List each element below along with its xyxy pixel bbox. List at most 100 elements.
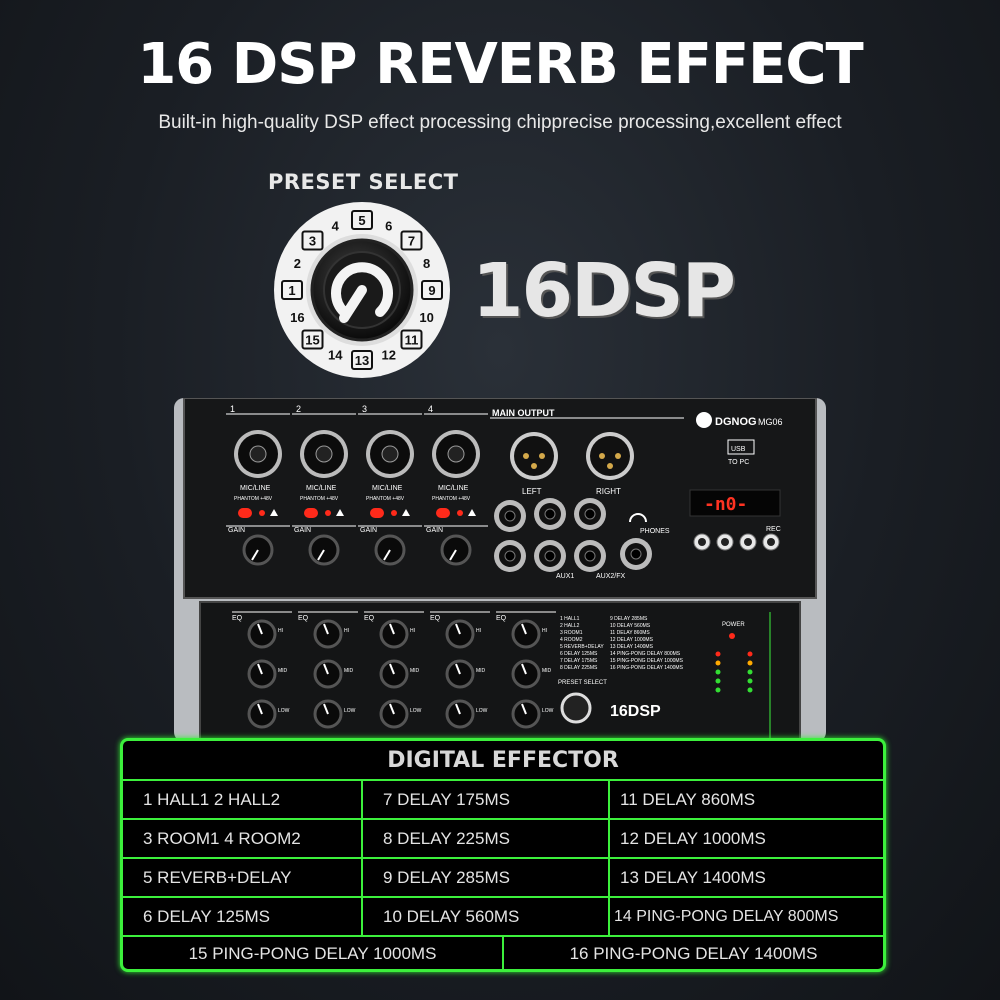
gain-knob[interactable] — [308, 534, 340, 566]
svg-text:3: 3 — [362, 404, 367, 414]
eq-knob[interactable] — [313, 619, 343, 649]
xlr-combo-input[interactable] — [234, 430, 282, 478]
svg-text:2: 2 — [296, 404, 301, 414]
effect-list-item: 16 PING-PONG DELAY 1400MS — [610, 665, 684, 671]
dial-number: 10 — [419, 310, 433, 325]
svg-text:1: 1 — [288, 283, 295, 298]
eq-knob[interactable] — [313, 659, 343, 689]
effect-list-item: 1 HALL1 — [560, 616, 580, 622]
eq-knob[interactable] — [379, 699, 409, 729]
brand-logo-icon — [696, 412, 712, 428]
transport-button[interactable] — [762, 533, 780, 551]
svg-text:HI: HI — [344, 628, 349, 634]
transport-button[interactable] — [716, 533, 734, 551]
xlr-combo-input[interactable] — [300, 430, 348, 478]
effect-list-item: 13 DELAY 1400MS — [610, 644, 654, 650]
svg-text:HI: HI — [278, 628, 283, 634]
eq-knob[interactable] — [313, 699, 343, 729]
phantom-switch[interactable] — [370, 508, 384, 518]
svg-text:MID: MID — [542, 668, 552, 674]
svg-text:PHANTOM +48V: PHANTOM +48V — [234, 496, 273, 502]
quarter-inch-jack[interactable] — [494, 500, 526, 532]
phantom-led — [259, 510, 265, 516]
effect-list-item: 7 DELAY 175MS — [560, 658, 598, 664]
quarter-inch-jack[interactable] — [574, 540, 606, 572]
quarter-inch-jack[interactable] — [494, 540, 526, 572]
meter-led — [715, 687, 721, 693]
eq-knob[interactable] — [247, 659, 277, 689]
effect-list-item: 8 DELAY 225MS — [560, 665, 598, 671]
table-row: 6 DELAY 125MS 10 DELAY 560MS 14 PING-PON… — [123, 896, 883, 937]
effect-list-item: 9 DELAY 285MS — [610, 616, 648, 622]
model-name: MG06 — [758, 417, 783, 427]
effect-list-item: 12 DELAY 1000MS — [610, 637, 654, 643]
meter-led — [747, 651, 753, 657]
phantom-switch[interactable] — [436, 508, 450, 518]
svg-text:PHANTOM +48V: PHANTOM +48V — [366, 496, 405, 502]
dial-number: 15 — [301, 329, 324, 350]
dial-number: 6 — [385, 218, 392, 233]
table-cell: 11 DELAY 860MS — [608, 781, 883, 820]
left-output-jack[interactable] — [510, 432, 558, 480]
quarter-inch-jack[interactable] — [534, 498, 566, 530]
phantom-switch[interactable] — [238, 508, 252, 518]
table-cell: 10 DELAY 560MS — [361, 896, 610, 937]
quarter-inch-jack[interactable] — [534, 540, 566, 572]
svg-text:6: 6 — [385, 218, 392, 233]
aux1-label: AUX1 — [556, 573, 574, 580]
svg-text:LOW: LOW — [278, 708, 290, 714]
eq-knob[interactable] — [247, 699, 277, 729]
usb-label: USB — [731, 446, 746, 453]
meter-led — [747, 687, 753, 693]
svg-text:PHANTOM +48V: PHANTOM +48V — [300, 496, 339, 502]
table-cell: 7 DELAY 175MS — [361, 781, 610, 820]
eq-knob[interactable] — [379, 659, 409, 689]
phantom-switch[interactable] — [304, 508, 318, 518]
xlr-combo-input[interactable] — [432, 430, 480, 478]
gain-knob[interactable] — [374, 534, 406, 566]
transport-button[interactable] — [693, 533, 711, 551]
dsp-small-label: 16DSP — [610, 703, 661, 720]
to-pc-label: TO PC — [728, 459, 749, 466]
svg-text:8: 8 — [423, 256, 430, 271]
preset-dial: 1 2 3 4 5 6 7 8 9 10 11 12 13 14 15 16 — [272, 200, 452, 380]
dial-number: 2 — [294, 256, 301, 271]
eq-knob[interactable] — [511, 699, 541, 729]
eq-knob[interactable] — [511, 659, 541, 689]
effector-title: DIGITAL EFFECTOR — [123, 741, 883, 781]
svg-text:EQ: EQ — [364, 615, 375, 622]
svg-text:EQ: EQ — [430, 615, 441, 622]
table-cell: 16 PING-PONG DELAY 1400MS — [569, 944, 818, 963]
dial-number: 14 — [328, 348, 343, 363]
eq-knob[interactable] — [445, 699, 475, 729]
eq-knob[interactable] — [445, 619, 475, 649]
svg-text:GAIN: GAIN — [294, 527, 311, 534]
power-led — [729, 633, 735, 639]
preset-knob-small[interactable] — [560, 692, 592, 724]
gain-knob[interactable] — [440, 534, 472, 566]
quarter-inch-jack[interactable] — [620, 538, 652, 570]
quarter-inch-jack[interactable] — [574, 498, 606, 530]
phantom-led — [325, 510, 331, 516]
right-output-jack[interactable] — [586, 432, 634, 480]
svg-text:LOW: LOW — [344, 708, 356, 714]
eq-knob[interactable] — [445, 659, 475, 689]
aux2fx-label: AUX2/FX — [596, 573, 626, 580]
svg-text:4: 4 — [428, 404, 433, 414]
meter-led — [715, 669, 721, 675]
eq-knob[interactable] — [511, 619, 541, 649]
rec-label: REC — [766, 526, 781, 533]
led-display-text: -n0- — [704, 494, 747, 515]
meter-led — [715, 678, 721, 684]
svg-text:GAIN: GAIN — [228, 527, 245, 534]
effect-list-item: 15 PING-PONG DELAY 1000MS — [610, 658, 684, 664]
effect-list-item: 14 PING-PONG DELAY 800MS — [610, 651, 681, 657]
table-row: 15 PING-PONG DELAY 1000MS 16 PING-PONG D… — [123, 937, 883, 971]
table-cell: 15 PING-PONG DELAY 1000MS — [123, 937, 504, 971]
xlr-combo-input[interactable] — [366, 430, 414, 478]
subheadline: Built-in high-quality DSP effect process… — [158, 112, 842, 133]
transport-button[interactable] — [739, 533, 757, 551]
eq-knob[interactable] — [379, 619, 409, 649]
eq-knob[interactable] — [247, 619, 277, 649]
gain-knob[interactable] — [242, 534, 274, 566]
